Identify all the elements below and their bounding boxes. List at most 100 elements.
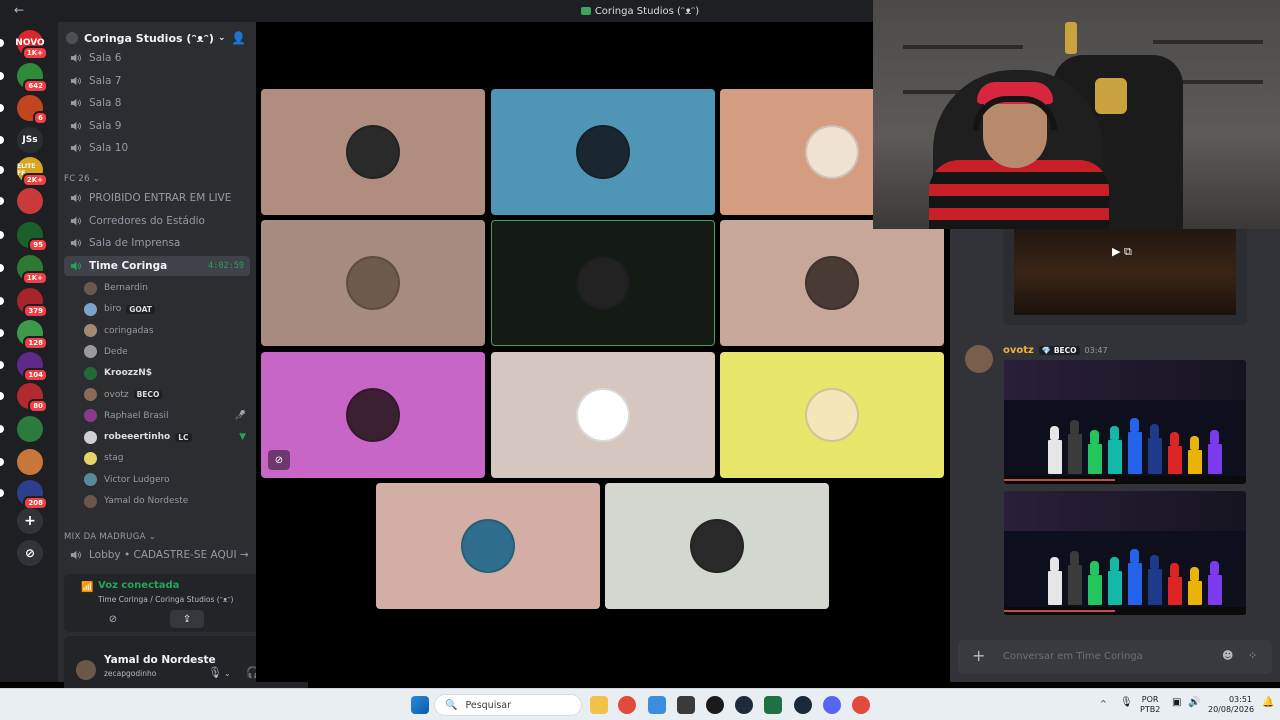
podium-bar (1108, 571, 1122, 605)
participant-tile[interactable] (261, 89, 485, 215)
avatar (805, 388, 859, 442)
voice-channel[interactable]: Sala 9 (64, 116, 250, 136)
voice-channel[interactable]: Sala de Imprensa (64, 233, 250, 253)
invite-people-icon[interactable]: 👤 (231, 31, 246, 45)
server-icon[interactable]: 128 (17, 320, 48, 350)
voice-channel[interactable]: Sala 8 (64, 93, 250, 113)
app-icon[interactable] (648, 696, 666, 714)
add-attachment-icon[interactable]: + (972, 646, 985, 665)
participant-tile[interactable] (605, 483, 829, 609)
voice-channel-active[interactable]: Time Coringa 4:02:59 (64, 256, 250, 276)
app-icon[interactable] (706, 696, 724, 714)
clock[interactable]: 03:51 20/08/2026 (1208, 695, 1254, 715)
voice-location[interactable]: Time Coringa / Coringa Studios (ᵔᴥᵔ) (98, 595, 233, 604)
participant-tile[interactable] (720, 220, 944, 346)
server-icon[interactable] (17, 416, 43, 442)
participant-tile[interactable] (376, 483, 600, 609)
server-icon[interactable]: 104 (17, 352, 48, 382)
voice-member[interactable]: ovotz BECO (84, 386, 250, 404)
server-icon[interactable]: 6 (17, 95, 48, 125)
composer-placeholder[interactable]: Conversar em Time Coringa (1003, 651, 1143, 662)
file-explorer-icon[interactable] (590, 696, 608, 714)
mention-badge: 642 (23, 79, 48, 93)
share-screen-button[interactable]: ⇪ (170, 610, 204, 628)
participant-tile[interactable] (491, 220, 715, 346)
network-icon[interactable]: ▣ (1172, 698, 1181, 708)
voice-status[interactable]: Voz conectada (98, 580, 179, 591)
server-icon[interactable]: 379 (17, 288, 48, 318)
notification-bell-icon[interactable]: 🔔 (1262, 698, 1274, 708)
server-icon[interactable]: ELITE FF 2K+ (17, 157, 48, 187)
emoji-icon[interactable]: ☻ (1222, 649, 1233, 662)
volume-icon[interactable]: 🔊 (1188, 698, 1200, 708)
discover-icon[interactable]: ⊘ (17, 540, 43, 566)
voice-member[interactable]: Victor Ludgero (84, 471, 250, 489)
play-icon[interactable]: ▶ ⧉ (1112, 245, 1132, 259)
chrome-icon[interactable] (852, 696, 870, 714)
app-icon[interactable] (735, 696, 753, 714)
server-icon[interactable]: 1K+ (17, 255, 48, 285)
server-icon[interactable]: JSs (17, 127, 43, 153)
voice-member[interactable]: coringadas (84, 322, 250, 340)
chrome-icon[interactable] (618, 696, 636, 714)
server-icon[interactable]: NOVO 1K+ (15, 30, 48, 60)
message-author[interactable]: ovotz (1003, 345, 1034, 356)
voice-channel[interactable]: Sala 10 (64, 138, 250, 158)
member-name: Dede (104, 346, 128, 357)
channel-name: Lobby • CADASTRE-SE AQUI → (89, 549, 249, 561)
discord-icon[interactable] (823, 696, 841, 714)
taskbar-search[interactable]: 🔍 Pesquisar (434, 694, 582, 716)
voice-member[interactable]: Yamal do Nordeste (84, 492, 250, 510)
mention-badge: 379 (23, 304, 48, 318)
microphone-tray-icon[interactable]: 🎙 (1120, 698, 1133, 708)
participant-tile[interactable] (261, 220, 485, 346)
previous-video-thumbnail[interactable]: ▶ ⧉ (1014, 229, 1236, 315)
voice-member[interactable]: Dede (84, 343, 250, 361)
avatar[interactable] (76, 660, 96, 680)
voice-member[interactable]: robeeertinho LC ▼ (84, 428, 250, 446)
app-icon[interactable] (677, 696, 695, 714)
participant-tile[interactable] (491, 352, 715, 478)
user-display-name[interactable]: Yamal do Nordeste (104, 654, 216, 666)
participant-tile[interactable]: ⊘ (261, 352, 485, 478)
camera-off-button[interactable]: ⊘ (96, 610, 130, 628)
category-header[interactable]: FC 26 ⌄ (64, 174, 100, 184)
participant-tile[interactable] (720, 352, 944, 478)
mic-options-chevron-icon[interactable]: ⌄ (224, 669, 231, 678)
image-attachment[interactable] (1004, 491, 1246, 615)
avatar (805, 256, 859, 310)
voice-channel[interactable]: Sala 7 (64, 71, 250, 91)
avatar (84, 451, 97, 465)
language-indicator[interactable]: POR PTB2 (1140, 695, 1160, 715)
category-header[interactable]: MIX DA MADRUGA ⌄ (64, 532, 156, 542)
server-icon[interactable]: 642 (17, 63, 48, 93)
voice-member[interactable]: Raphael Brasil 🎤̸ (84, 407, 250, 425)
server-icon[interactable]: 80 (17, 383, 48, 413)
add-server-icon[interactable]: + (17, 508, 43, 534)
microphone-icon[interactable]: 🎙 (208, 666, 222, 679)
tray-chevron-icon[interactable]: ^ (1100, 699, 1107, 709)
voice-channel[interactable]: Lobby • CADASTRE-SE AQUI → (64, 545, 250, 565)
voice-member[interactable]: biro GOAT (84, 300, 250, 318)
apps-icon[interactable]: ⁘ (1248, 649, 1257, 662)
voice-member[interactable]: KroozzN$ (84, 364, 250, 382)
voice-member[interactable]: stag (84, 449, 250, 467)
windows-start-icon[interactable] (411, 696, 429, 714)
excel-icon[interactable] (764, 696, 782, 714)
participant-tile[interactable] (491, 89, 715, 215)
voice-channel[interactable]: Sala 6 (64, 48, 250, 68)
voice-channel[interactable]: PROIBIDO ENTRAR EM LIVE (64, 188, 250, 208)
server-icon[interactable]: 208 (17, 480, 48, 510)
image-attachment[interactable] (1004, 360, 1246, 484)
message-composer[interactable]: + Conversar em Time Coringa ☻ ⁘ (958, 640, 1272, 674)
podium-bar (1148, 438, 1162, 474)
steam-icon[interactable] (794, 696, 812, 714)
voice-member[interactable]: Bernardin (84, 279, 250, 297)
back-arrow-icon[interactable]: ← (14, 3, 24, 17)
voice-channel[interactable]: Corredores do Estádio (64, 211, 250, 231)
server-icon[interactable]: 95 (17, 222, 48, 252)
server-icon[interactable] (17, 188, 43, 214)
avatar[interactable] (965, 345, 993, 373)
server-icon[interactable] (17, 449, 43, 475)
signal-icon[interactable]: 📶 (81, 582, 93, 594)
